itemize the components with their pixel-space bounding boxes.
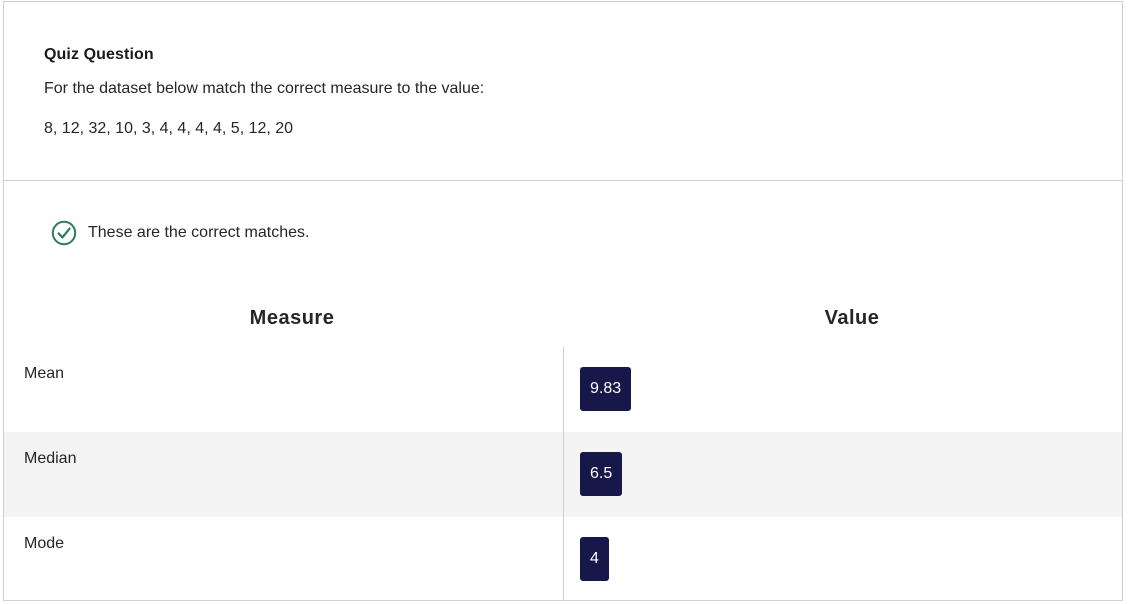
quiz-card: Quiz Question For the dataset below matc… (3, 1, 1123, 601)
value-chip[interactable]: 6.5 (580, 452, 623, 496)
measure-label: Median (24, 450, 77, 467)
question-panel: Quiz Question For the dataset below matc… (4, 2, 1122, 181)
feedback-message: These are the correct matches. (51, 220, 309, 246)
check-circle-icon (51, 220, 77, 246)
value-chip[interactable]: 9.83 (580, 367, 632, 411)
measure-label: Mode (24, 535, 65, 552)
measure-column-header: Measure (249, 307, 335, 329)
value-chip[interactable]: 4 (580, 537, 609, 581)
question-dataset: 8, 12, 32, 10, 3, 4, 4, 4, 4, 5, 12, 20 (44, 120, 294, 137)
column-divider (563, 347, 564, 600)
value-column-header: Value (824, 307, 880, 329)
measure-label: Mean (24, 365, 65, 382)
question-title: Quiz Question (44, 46, 154, 63)
question-prompt: For the dataset below match the correct … (44, 80, 485, 97)
feedback-text: These are the correct matches. (88, 224, 310, 241)
